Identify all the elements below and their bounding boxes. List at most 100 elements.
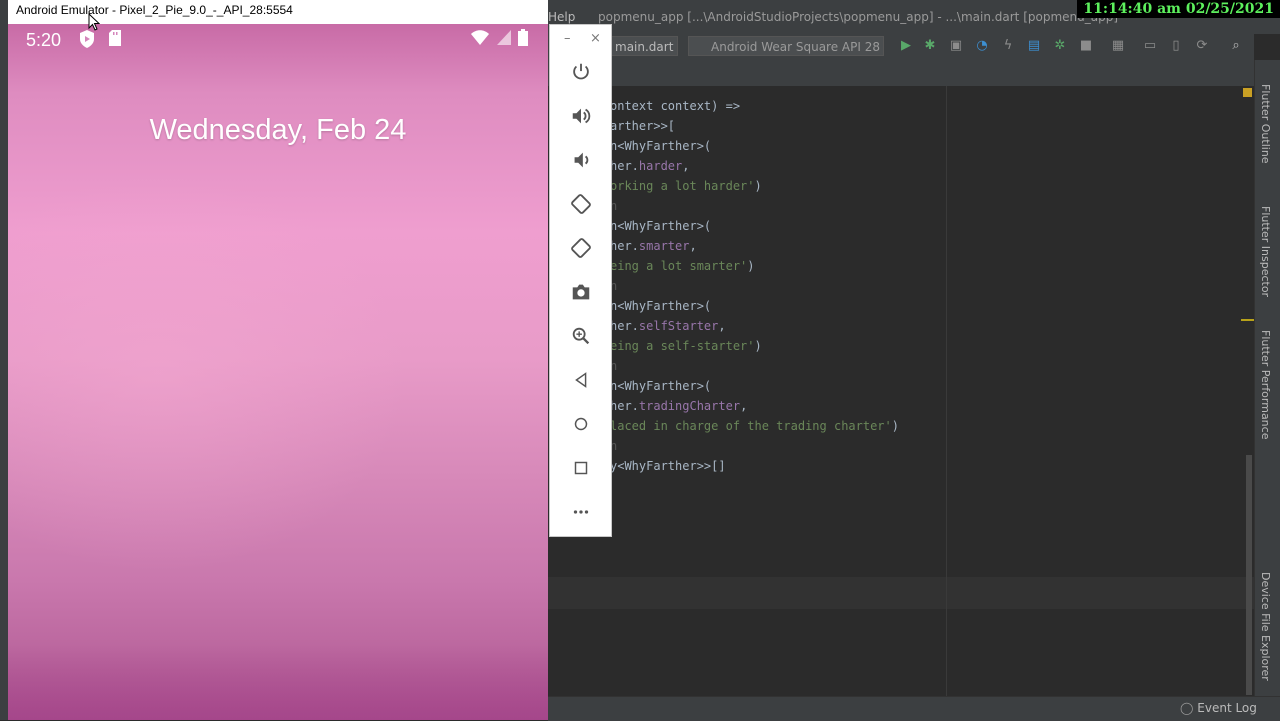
- attach-debugger-icon[interactable]: ✲: [1052, 38, 1068, 54]
- project-structure-icon[interactable]: ▦: [1110, 38, 1126, 54]
- code-line: n<WhyFarther>(: [610, 139, 711, 153]
- code-token: orking a lot harder': [610, 179, 755, 193]
- flutter-performance-label: Flutter Performance: [1259, 330, 1272, 440]
- device-selector[interactable]: Android Wear Square API 28: [688, 36, 884, 56]
- profile-icon[interactable]: ◔: [974, 38, 990, 54]
- tab-device-file-explorer[interactable]: Device File Explorer: [1259, 572, 1272, 681]
- event-log-icon: ◯: [1180, 701, 1194, 715]
- ide-toolbar: main.dart Android Wear Square API 28 ▶ ✱…: [548, 34, 1254, 61]
- code-line: eing a self-starter'): [610, 339, 762, 353]
- code-token: ,: [740, 399, 748, 413]
- rotate-left-button[interactable]: [566, 189, 596, 219]
- volume-down-button[interactable]: [566, 145, 596, 175]
- attach-icon[interactable]: ▣: [948, 38, 964, 54]
- rotate-left-icon: [571, 194, 591, 214]
- right-tool-strip: Flutter Outline Flutter Inspector Flutte…: [1254, 60, 1280, 696]
- volume-up-button[interactable]: [566, 101, 596, 131]
- code-line: orking a lot harder'): [610, 179, 762, 193]
- shield-play-icon: [78, 29, 96, 53]
- code-token: ontext context) =>: [610, 99, 741, 113]
- event-log-button[interactable]: ◯ Event Log: [1180, 701, 1257, 715]
- help-menu[interactable]: Help: [548, 10, 575, 24]
- tab-flutter-outline[interactable]: Flutter Outline: [1259, 84, 1272, 164]
- zoom-icon: [572, 327, 590, 345]
- apply-changes-icon[interactable]: ▤: [1026, 38, 1042, 54]
- wallpaper-glow: [8, 174, 408, 574]
- run-config-selector[interactable]: main.dart: [610, 36, 678, 56]
- rotate-right-button[interactable]: [566, 233, 596, 263]
- mouse-cursor-icon: [88, 13, 100, 31]
- camera-icon: [572, 284, 590, 300]
- panel-minimize-button[interactable]: –: [564, 31, 571, 46]
- code-token: her.: [610, 239, 639, 253]
- code-token: n<WhyFarther>(: [610, 299, 712, 313]
- code-token: her.: [610, 399, 639, 413]
- stop-icon[interactable]: ■: [1078, 38, 1094, 54]
- device-file-explorer-label: Device File Explorer: [1259, 572, 1272, 681]
- code-token: ): [891, 419, 899, 433]
- zoom-button[interactable]: [566, 321, 596, 351]
- overview-button[interactable]: [566, 453, 596, 483]
- more-button[interactable]: [566, 497, 596, 527]
- warning-marker-icon[interactable]: [1243, 88, 1252, 97]
- code-token: n<WhyFarther>(: [610, 139, 712, 153]
- code-editor[interactable]: ontext context) => arther>>[ n<WhyFarther>…: [548, 86, 1254, 696]
- code-token: eing a self-starter': [610, 339, 755, 353]
- code-line: her.harder,: [610, 159, 690, 173]
- code-token: harder: [638, 159, 683, 173]
- code-token: laced in charge of the trading charter': [610, 419, 892, 433]
- run-config-label: main.dart: [615, 40, 674, 54]
- power-button[interactable]: [566, 57, 596, 87]
- back-button[interactable]: [566, 365, 596, 395]
- panel-close-button[interactable]: ×: [590, 31, 601, 46]
- right-margin-guide: [946, 86, 947, 696]
- overview-icon: [574, 461, 588, 475]
- home-button[interactable]: [566, 409, 596, 439]
- wallpaper-bottom-shade: [8, 644, 548, 720]
- code-token: y<WhyFarther>>[]: [610, 459, 726, 473]
- tab-flutter-inspector[interactable]: Flutter Inspector: [1259, 206, 1272, 297]
- code-token: arther>>[: [610, 119, 676, 133]
- code-token: ,: [689, 239, 697, 253]
- editor-scrollbar[interactable]: [1246, 455, 1252, 695]
- editor-lower-panel: [548, 577, 1254, 609]
- lock-screen-date: Wednesday, Feb 24: [149, 114, 407, 146]
- hot-reload-icon[interactable]: ϟ: [1000, 38, 1016, 54]
- ide-left-tool-strip: [0, 0, 8, 720]
- more-icon: [573, 510, 589, 514]
- emulator-window-title: Android Emulator - Pixel_2_Pie_9.0_-_API…: [16, 3, 293, 17]
- code-token: eing a lot smarter': [610, 259, 748, 273]
- code-line: her.smarter,: [610, 239, 697, 253]
- code-line: arther>>[: [610, 119, 675, 133]
- code-token: her.: [610, 159, 639, 173]
- code-line: laced in charge of the trading charter'): [610, 419, 899, 433]
- cell-signal-icon: [496, 29, 512, 51]
- code-token: ,: [682, 159, 690, 173]
- event-log-label: Event Log: [1197, 701, 1257, 715]
- sync-icon[interactable]: ⟳: [1194, 38, 1210, 54]
- code-line: eing a lot smarter'): [610, 259, 755, 273]
- run-icon[interactable]: ▶: [898, 38, 914, 54]
- search-icon[interactable]: ⌕: [1228, 38, 1244, 54]
- wifi-icon: [470, 29, 490, 51]
- avd-manager-icon[interactable]: ▯: [1168, 38, 1184, 54]
- debug-icon[interactable]: ✱: [922, 38, 938, 54]
- code-token: n<WhyFarther>(: [610, 219, 712, 233]
- code-line: n<WhyFarther>(: [610, 299, 711, 313]
- tab-flutter-performance[interactable]: Flutter Performance: [1259, 330, 1272, 439]
- phone-screen[interactable]: 5:20 Wednesday, Feb 24: [8, 24, 548, 720]
- flutter-outline-label: Flutter Outline: [1259, 84, 1272, 164]
- scroll-marker: [1241, 319, 1255, 321]
- screenshot-button[interactable]: [566, 277, 596, 307]
- code-line: y<WhyFarther>>[]: [610, 459, 726, 473]
- status-bar-time: 5:20: [26, 30, 62, 50]
- ide-window-title: popmenu_app [...\AndroidStudioProjects\p…: [598, 10, 1119, 24]
- sdk-manager-icon[interactable]: ▭: [1142, 38, 1158, 54]
- code-token: n<WhyFarther>(: [610, 379, 712, 393]
- home-icon: [574, 417, 588, 431]
- clock-overlay: 11:14:40 am 02/25/2021: [1077, 0, 1280, 18]
- volume-down-icon: [574, 152, 589, 168]
- power-icon: [573, 63, 589, 80]
- rotate-right-icon: [571, 238, 591, 258]
- code-token: ): [754, 179, 762, 193]
